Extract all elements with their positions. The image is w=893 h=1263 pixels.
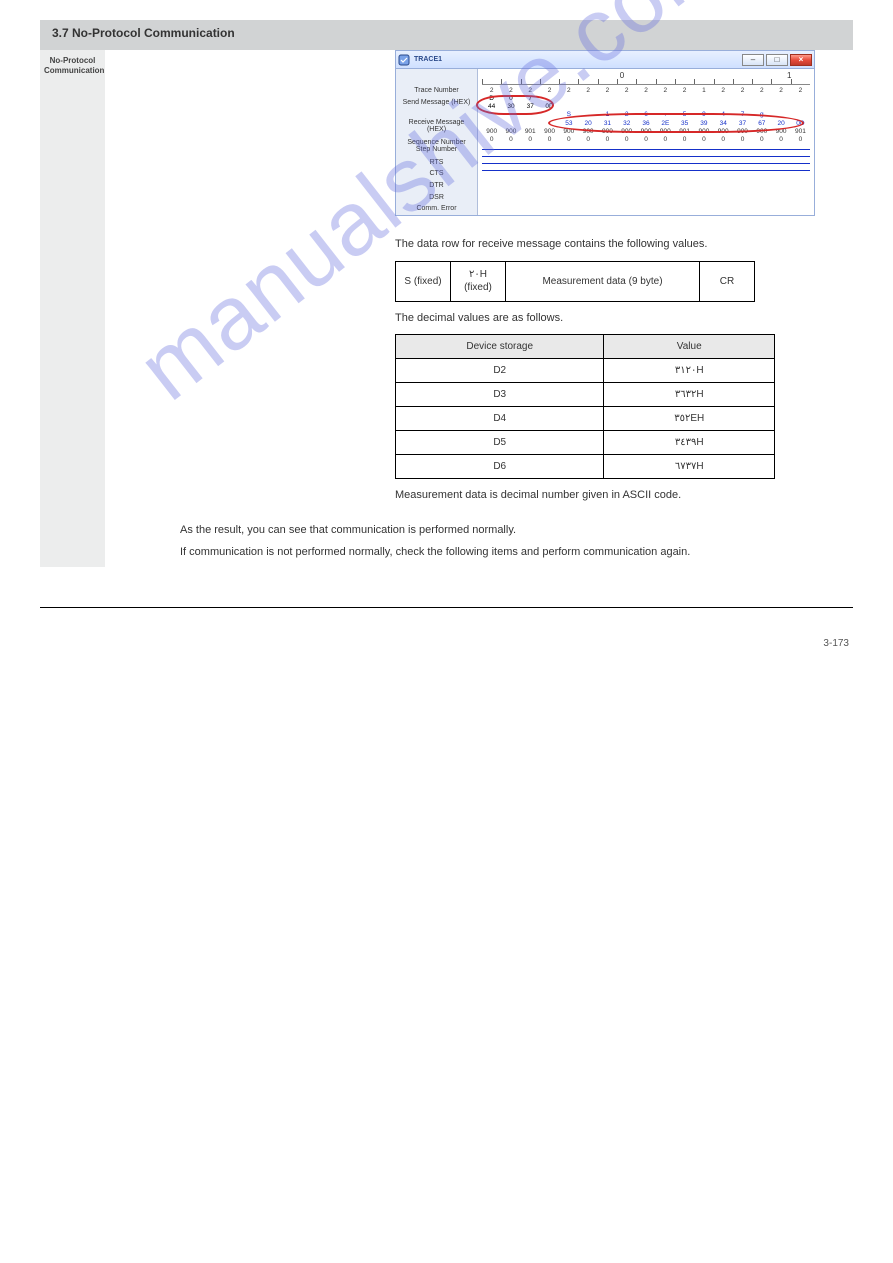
- cmd-cell-measurement: Measurement data (9 byte): [506, 261, 700, 301]
- lbl-comm-error: Comm. Error: [396, 203, 477, 215]
- row-send-hex: 4430370D: [482, 103, 810, 110]
- table-row: D2٣١٢٠H: [396, 359, 775, 383]
- lbl-trace-number: Trace Number: [396, 85, 477, 97]
- row-seq-bottom: 00000000000000000: [482, 136, 810, 143]
- trace-window: TRACE1 – □ × Trace Number Send Message (…: [395, 50, 815, 216]
- trace-title: TRACE1: [414, 56, 442, 63]
- lbl-sequence-number: Sequence Number Step Number: [396, 137, 477, 157]
- row-seq-top: 9009009019009009009009009009009019009009…: [482, 128, 810, 135]
- page-number: 3-173: [40, 638, 853, 649]
- close-button[interactable]: ×: [790, 54, 812, 66]
- row-receive-chr: S126.5947g: [482, 111, 810, 118]
- cmd-cell-s: S (fixed): [396, 261, 451, 301]
- sidebar-label: No-Protocol Communication: [44, 56, 104, 75]
- resp-head-device: Device storage: [396, 335, 604, 359]
- resp-head-value: Value: [604, 335, 775, 359]
- trace-titlebar: TRACE1 – □ ×: [396, 51, 814, 69]
- body-para-2: If communication is not performed normal…: [180, 544, 853, 561]
- row-trace-number: 22222222222122222: [482, 87, 810, 94]
- lbl-send-message: Send Message (HEX): [396, 97, 477, 117]
- trace-data-grid: 0 1 22222222222122222 D07 4430370D S126.…: [478, 69, 814, 215]
- trace-axis: 0 1: [482, 71, 810, 85]
- lbl-dsr: DSR: [396, 192, 477, 204]
- table-row: D5٣٤٣٩H: [396, 431, 775, 455]
- resp-note: Measurement data is decimal number given…: [395, 487, 853, 504]
- window-buttons: – □ ×: [742, 54, 812, 66]
- lbl-cts: CTS: [396, 168, 477, 180]
- lbl-dtr: DTR: [396, 180, 477, 192]
- row-send-chr: D07: [482, 95, 810, 102]
- cmd-cell-20h: ٢٠H (fixed): [451, 261, 506, 301]
- trace-row-labels: Trace Number Send Message (HEX) Receive …: [396, 69, 478, 215]
- body-para-1: As the result, you can see that communic…: [180, 522, 853, 539]
- app-icon: [398, 54, 410, 66]
- page-header-title: 3.7 No-Protocol Communication: [52, 26, 235, 40]
- receive-desc-line: The data row for receive message contain…: [395, 236, 853, 253]
- message-format-table: S (fixed) ٢٠H (fixed) Measurement data (…: [395, 261, 755, 302]
- minimize-button[interactable]: –: [742, 54, 764, 66]
- sidebar: No-Protocol Communication: [40, 50, 105, 567]
- page-header-bar: 3.7 No-Protocol Communication: [40, 20, 853, 50]
- maximize-button[interactable]: □: [766, 54, 788, 66]
- table-row: D3٣٦٣٢H: [396, 383, 775, 407]
- table-row: D4٣٥٢EH: [396, 407, 775, 431]
- trace-screenshot: TRACE1 – □ × Trace Number Send Message (…: [395, 50, 815, 216]
- main-content-area: No-Protocol Communication TRACE1 – □ ×: [40, 50, 853, 608]
- table-row: D6٦٧٣٧H: [396, 455, 775, 479]
- row-receive-hex: 53203132362E3539343767200D: [482, 120, 810, 127]
- response-value-table: Device storage Value D2٣١٢٠H D3٣٦٣٢H D4٣…: [395, 334, 775, 479]
- cmd-cell-cr: CR: [700, 261, 755, 301]
- lbl-rts: RTS: [396, 157, 477, 169]
- lbl-receive-message: Receive Message (HEX): [396, 117, 477, 137]
- resp-intro: The decimal values are as follows.: [395, 310, 853, 327]
